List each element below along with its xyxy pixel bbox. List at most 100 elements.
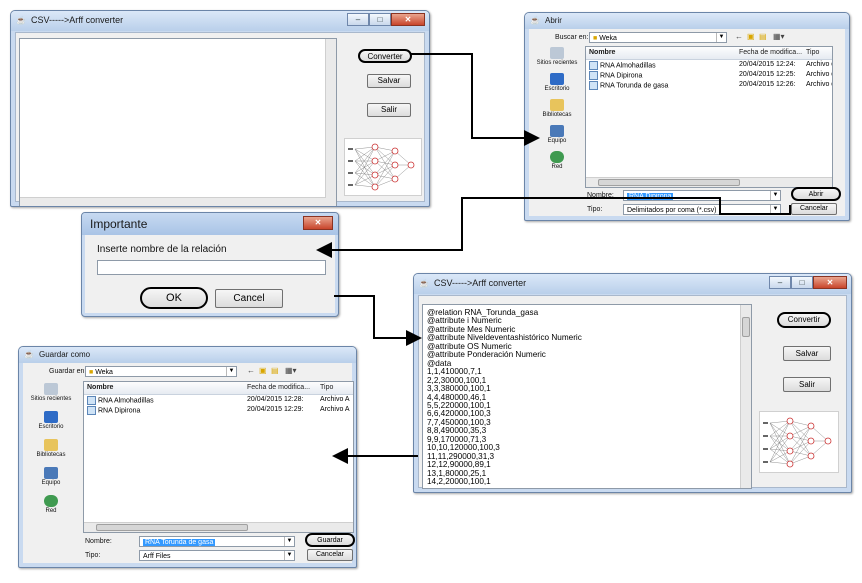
maximize-icon[interactable]: □ (369, 13, 391, 26)
open-button[interactable]: Abrir (791, 187, 841, 201)
place-computer[interactable]: Equipo (27, 467, 75, 486)
chevron-down-icon[interactable]: ▼ (770, 191, 780, 200)
file-icon (589, 71, 598, 80)
save-button[interactable]: Salvar (783, 346, 831, 361)
place-desktop[interactable]: Escritorio (27, 411, 75, 430)
exit-button[interactable]: Salir (367, 103, 411, 117)
back-icon[interactable]: ← (735, 32, 743, 41)
desktop-icon (550, 73, 564, 85)
column-type[interactable]: Tipo (320, 384, 333, 391)
file-row[interactable]: RNA Dipirona 20/04/2015 12:29: Archivo A (84, 406, 353, 415)
place-network[interactable]: Red (533, 151, 581, 170)
chevron-down-icon[interactable]: ▼ (226, 367, 236, 376)
file-row[interactable]: RNA Dipirona 20/04/2015 12:25: Archivo d… (586, 71, 832, 80)
place-recent[interactable]: Sitios recientes (533, 47, 581, 66)
column-date[interactable]: Fecha de modifica... (739, 49, 802, 56)
save-in-combo[interactable]: ■ Weka ▼ (85, 366, 237, 377)
file-name-input[interactable]: RNA Torunda de gasa ▼ (139, 536, 295, 547)
column-name[interactable]: Nombre (589, 49, 615, 56)
minimize-icon[interactable]: ‒ (769, 276, 791, 289)
maximize-icon[interactable]: □ (791, 276, 813, 289)
arff-output-textarea[interactable]: @relation RNA_Torunda_gasa @attribute i N… (422, 304, 752, 489)
convert-button[interactable]: Convertir (777, 312, 831, 328)
column-name[interactable]: Nombre (87, 384, 113, 391)
view-menu-icon[interactable]: ▦▾ (773, 32, 785, 41)
ok-button[interactable]: OK (140, 287, 208, 309)
file-icon (87, 406, 96, 415)
arff-line: 14,2,20000,100,1 (427, 477, 491, 487)
look-in-combo[interactable]: ■ Weka ▼ (589, 32, 727, 43)
chevron-down-icon[interactable]: ▼ (284, 537, 294, 546)
dialog-title: Abrir (545, 16, 562, 25)
vertical-scrollbar[interactable] (740, 305, 751, 488)
close-icon[interactable]: ✕ (303, 216, 333, 230)
cancel-button[interactable]: Cancelar (791, 203, 837, 215)
network-icon (550, 151, 564, 163)
computer-icon (550, 125, 564, 137)
place-libraries[interactable]: Bibliotecas (533, 99, 581, 118)
folder-icon: ■ (593, 35, 598, 42)
save-button[interactable]: Salvar (367, 74, 411, 88)
chevron-down-icon[interactable]: ▼ (284, 551, 294, 560)
close-icon[interactable]: ✕ (391, 13, 425, 26)
dialog-client: Inserte nombre de la relación OK Cancel (85, 235, 335, 313)
horizontal-scrollbar[interactable] (20, 197, 326, 206)
cancel-button[interactable]: Cancelar (307, 549, 353, 561)
file-row[interactable]: RNA Almohadillas 20/04/2015 12:24: Archi… (586, 61, 832, 70)
horizontal-scrollbar[interactable] (586, 177, 832, 187)
place-network[interactable]: Red (27, 495, 75, 514)
new-folder-icon[interactable]: ▤ (759, 32, 767, 41)
arff-content: @relation RNA_Torunda_gasa @attribute i N… (427, 308, 582, 487)
open-dialog: ☕ Abrir Buscar en: ■ Weka ▼ ← ▣ ▤ ▦▾ Sit… (524, 12, 850, 221)
back-icon[interactable]: ← (247, 366, 255, 375)
view-menu-icon[interactable]: ▦▾ (285, 366, 297, 375)
title-bar[interactable]: ☕ CSV----->Arff converter ‒ □ ✕ (11, 11, 429, 31)
title-bar[interactable]: Importante ✕ (82, 213, 338, 235)
place-recent[interactable]: Sitios recientes (27, 383, 75, 402)
computer-icon (44, 467, 58, 479)
java-app-icon: ☕ (419, 279, 429, 288)
file-type-label: Tipo: (85, 552, 101, 559)
arrow-ok-to-converter (334, 295, 422, 346)
title-bar[interactable]: ☕ CSV----->Arff converter ‒ □ ✕ (414, 274, 851, 294)
horizontal-scrollbar[interactable] (84, 522, 353, 532)
convert-button[interactable]: Converter (358, 49, 412, 63)
output-textarea[interactable] (19, 38, 337, 206)
window-title: CSV----->Arff converter (31, 15, 124, 25)
file-list[interactable]: Nombre Fecha de modifica... Tipo RNA Alm… (585, 46, 833, 188)
up-folder-icon[interactable]: ▣ (259, 366, 267, 375)
vertical-scrollbar[interactable] (325, 39, 336, 206)
place-libraries[interactable]: Bibliotecas (27, 439, 75, 458)
chevron-down-icon[interactable]: ▼ (770, 205, 780, 214)
important-dialog: Importante ✕ Inserte nombre de la relaci… (81, 212, 339, 317)
title-bar[interactable]: ☕ Abrir (525, 13, 849, 29)
recent-icon (44, 383, 58, 395)
column-date[interactable]: Fecha de modifica... (247, 384, 310, 391)
minimize-icon[interactable]: ‒ (347, 13, 369, 26)
title-bar[interactable]: ☕ Guardar como (19, 347, 356, 363)
column-type[interactable]: Tipo (806, 49, 819, 56)
place-computer[interactable]: Equipo (533, 125, 581, 144)
up-folder-icon[interactable]: ▣ (747, 32, 755, 41)
exit-button[interactable]: Salir (783, 377, 831, 392)
cancel-button[interactable]: Cancel (215, 289, 283, 308)
save-in-value: Weka (95, 369, 113, 376)
window-title: CSV----->Arff converter (434, 278, 527, 288)
save-button[interactable]: Guardar (305, 533, 355, 547)
close-icon[interactable]: ✕ (813, 276, 847, 289)
save-dialog: ☕ Guardar como Guardar en: ■ Weka ▼ ← ▣ … (18, 346, 357, 568)
file-name-label: Nombre: (587, 192, 614, 199)
file-list[interactable]: Nombre Fecha de modifica... Tipo RNA Alm… (83, 381, 354, 533)
places-bar: Sitios recientes Escritorio Bibliotecas … (533, 47, 581, 187)
file-row[interactable]: RNA Almohadillas 20/04/2015 12:28: Archi… (84, 396, 353, 405)
new-folder-icon[interactable]: ▤ (271, 366, 279, 375)
file-row[interactable]: RNA Torunda de gasa 20/04/2015 12:26: Ar… (586, 81, 832, 90)
file-icon (589, 81, 598, 90)
file-type-select[interactable]: Delimitados por coma (*.csv) ▼ (623, 204, 781, 215)
relation-name-input[interactable] (97, 260, 326, 275)
file-type-label: Tipo: (587, 206, 603, 213)
chevron-down-icon[interactable]: ▼ (716, 33, 726, 42)
place-desktop[interactable]: Escritorio (533, 73, 581, 92)
file-type-select[interactable]: Arff Files ▼ (139, 550, 295, 561)
file-name-input[interactable]: RNA Dipirona ▼ (623, 190, 781, 201)
